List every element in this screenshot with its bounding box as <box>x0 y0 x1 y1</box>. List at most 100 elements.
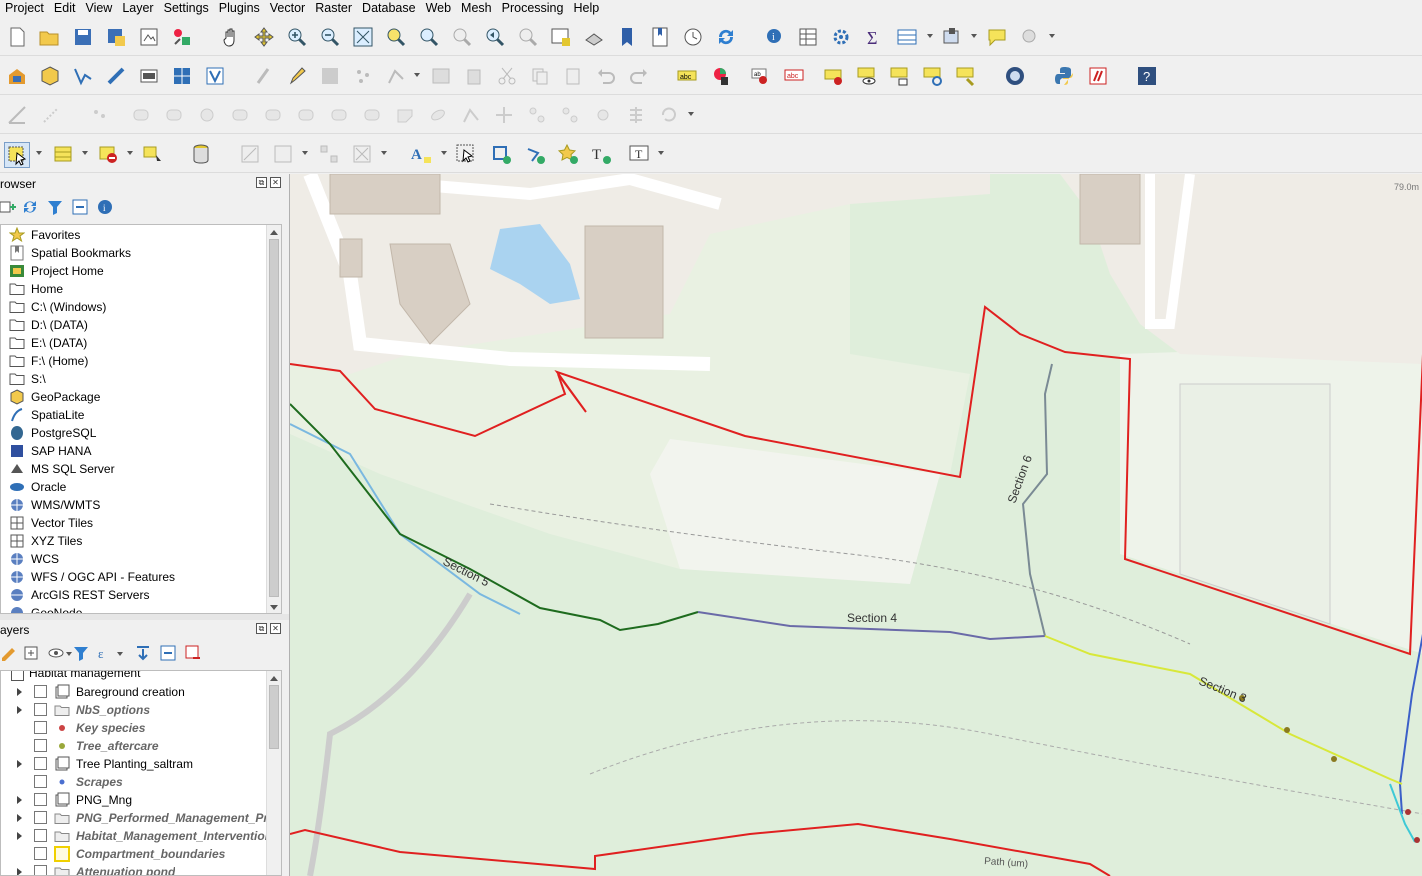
raster-align-dropdown[interactable] <box>302 151 308 155</box>
deselect-icon[interactable] <box>97 143 119 165</box>
zoom-to-selection-icon[interactable] <box>385 26 407 48</box>
expand-arrow-icon[interactable] <box>17 706 22 714</box>
measure-icon[interactable] <box>1019 26 1041 48</box>
layer-row[interactable]: Habitat_Management_Intervention <box>1 827 270 845</box>
zoom-to-layer-icon[interactable] <box>418 26 440 48</box>
browser-item[interactable]: WFS / OGC API - Features <box>1 568 175 586</box>
pan-icon[interactable] <box>220 26 242 48</box>
layer-visibility-checkbox[interactable] <box>34 757 47 770</box>
delete-ring-icon[interactable] <box>163 104 185 126</box>
layer-visibility-checkbox[interactable] <box>34 793 47 806</box>
qgis-cloud-icon[interactable] <box>1004 65 1026 87</box>
undo-icon[interactable] <box>595 65 617 87</box>
identify-icon[interactable]: i <box>764 26 786 48</box>
offset-curve-icon[interactable] <box>262 104 284 126</box>
browser-item[interactable]: D:\ (DATA) <box>1 316 88 334</box>
move-label-icon[interactable] <box>823 65 845 87</box>
open-layer-styling-icon[interactable] <box>0 644 18 662</box>
merge-features-icon[interactable] <box>361 104 383 126</box>
new-virtual-layer-icon[interactable] <box>138 65 160 87</box>
save-project-icon[interactable] <box>72 26 94 48</box>
scroll-up-icon[interactable] <box>270 230 278 235</box>
menu-raster[interactable]: Raster <box>310 0 357 17</box>
digitize-segment-icon[interactable] <box>40 104 62 126</box>
collapse-all-layers-icon[interactable] <box>159 644 177 662</box>
scroll-down-icon[interactable] <box>270 605 278 610</box>
browser-item[interactable]: PostgreSQL <box>1 424 96 442</box>
layer-visibility-checkbox[interactable] <box>34 721 47 734</box>
new-temporary-layer-icon[interactable] <box>105 65 127 87</box>
group-checkbox[interactable] <box>11 671 24 681</box>
copy-features-icon[interactable] <box>529 65 551 87</box>
select-features-icon[interactable] <box>4 142 30 168</box>
plugin-icon[interactable] <box>318 143 340 165</box>
split-features-icon[interactable] <box>295 104 317 126</box>
browser-scrollbar[interactable] <box>266 225 281 613</box>
close-panel-icon[interactable]: ✕ <box>270 177 281 188</box>
browser-item[interactable]: F:\ (Home) <box>1 352 88 370</box>
open-project-icon[interactable] <box>38 26 60 48</box>
menu-edit[interactable]: Edit <box>49 0 81 17</box>
float-panel-icon[interactable]: ⧉ <box>256 177 267 188</box>
menu-database[interactable]: Database <box>357 0 421 17</box>
annotation-text-icon[interactable]: A <box>410 143 432 165</box>
fill-ring-icon[interactable] <box>130 104 152 126</box>
float-panel-icon[interactable]: ⧉ <box>256 623 267 634</box>
browser-item[interactable]: ArcGIS REST Servers <box>1 586 149 604</box>
expand-all-icon[interactable] <box>134 644 152 662</box>
expand-arrow-icon[interactable] <box>17 832 22 840</box>
species-point[interactable] <box>1405 809 1411 815</box>
expand-arrow-icon[interactable] <box>17 688 22 696</box>
browser-item[interactable]: SpatiaLite <box>1 406 84 424</box>
rotate-point-icon[interactable] <box>427 104 449 126</box>
paste-features-icon[interactable] <box>562 65 584 87</box>
select-location-icon[interactable] <box>141 143 163 165</box>
snapping-icon[interactable] <box>493 104 515 126</box>
browser-item[interactable]: S:\ <box>1 370 46 388</box>
layer-visibility-checkbox[interactable] <box>34 775 47 788</box>
browser-item[interactable]: MS SQL Server <box>1 460 115 478</box>
filter-browser-icon[interactable] <box>46 198 64 216</box>
layer-row[interactable]: Compartment_boundaries <box>1 845 267 863</box>
layer-visibility-checkbox[interactable] <box>34 829 47 842</box>
layer-visibility-checkbox[interactable] <box>34 685 47 698</box>
rotate-dropdown[interactable] <box>688 112 694 116</box>
browser-item[interactable]: Vector Tiles <box>1 514 93 532</box>
menu-settings[interactable]: Settings <box>159 0 214 17</box>
help-icon[interactable]: ? <box>1136 65 1158 87</box>
layer-row[interactable]: Attenuation pond <box>1 863 267 875</box>
layer-row[interactable]: Bareground creation <box>1 683 267 701</box>
toolbox-icon[interactable] <box>830 26 852 48</box>
statistics-icon[interactable]: Σ <box>863 26 885 48</box>
style-manager-icon[interactable] <box>171 26 193 48</box>
trim-extend-icon[interactable] <box>526 104 548 126</box>
add-feature-icon[interactable] <box>352 65 374 87</box>
browser-item[interactable]: Favorites <box>1 226 80 244</box>
vertex-tool-icon[interactable] <box>385 65 407 87</box>
select-features-dropdown[interactable] <box>36 151 42 155</box>
split-parts-icon[interactable] <box>328 104 350 126</box>
new-bookmark-icon[interactable] <box>616 26 638 48</box>
remove-layer-icon[interactable] <box>184 644 202 662</box>
raster-align-icon[interactable] <box>272 143 294 165</box>
menu-web[interactable]: Web <box>421 0 456 17</box>
layer-row[interactable]: NbS_options <box>1 701 267 719</box>
pin-labels-icon[interactable]: ab <box>750 65 772 87</box>
save-as-icon[interactable] <box>105 26 127 48</box>
menu-vector[interactable]: Vector <box>265 0 310 17</box>
diagram-tool-icon[interactable] <box>709 65 731 87</box>
text-annotation-icon[interactable]: T <box>590 143 612 165</box>
highlight-pinned-icon[interactable]: abc <box>783 65 805 87</box>
layer-row[interactable]: Tree Planting_saltram <box>1 755 267 773</box>
tree-point[interactable] <box>1284 727 1290 733</box>
layer-row[interactable]: PNG_Mng <box>1 791 267 809</box>
browser-item[interactable]: WCS <box>1 550 59 568</box>
menu-plugins[interactable]: Plugins <box>214 0 265 17</box>
species-point[interactable] <box>1414 837 1420 843</box>
annotation-dropdown[interactable] <box>441 151 447 155</box>
filter-expression-dropdown[interactable] <box>117 652 123 656</box>
vertex-dropdown[interactable] <box>414 73 420 77</box>
merge-attributes-icon[interactable] <box>394 104 416 126</box>
layer-row[interactable]: PNG_Performed_Management_Pre <box>1 809 270 827</box>
filter-expression-icon[interactable]: ε <box>97 644 115 662</box>
